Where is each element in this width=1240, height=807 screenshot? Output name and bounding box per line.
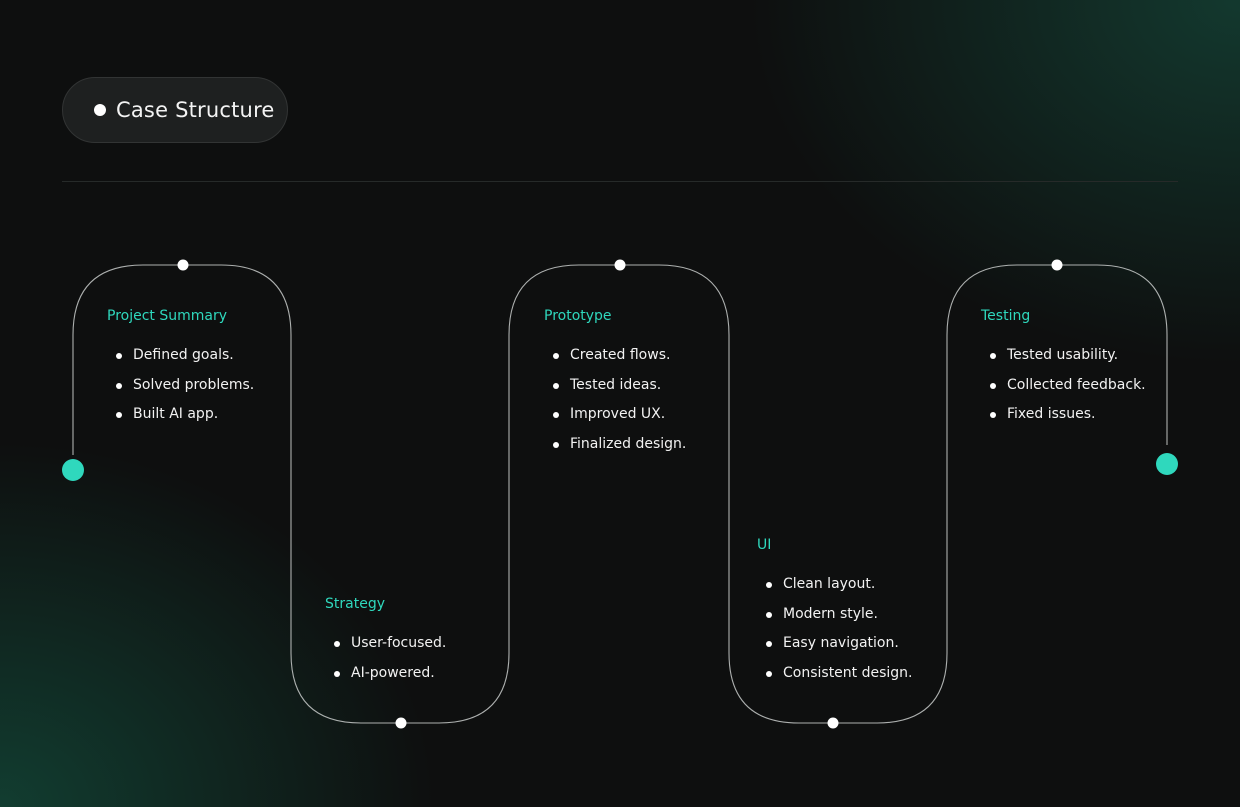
list-item: Finalized design.: [544, 430, 686, 460]
step-project-summary: Project Summary Defined goals. Solved pr…: [107, 306, 254, 430]
step-list: Defined goals. Solved problems. Built AI…: [107, 341, 254, 430]
step-title: Strategy: [325, 596, 385, 612]
list-item-text: Clean layout.: [783, 576, 876, 592]
step-list: Clean layout. Modern style. Easy navigat…: [757, 570, 913, 688]
list-item: Tested ideas.: [544, 371, 686, 401]
list-item: Modern style.: [757, 600, 913, 630]
bullet-icon: [990, 382, 996, 389]
timeline-node-ui: [827, 717, 839, 729]
step-title: Prototype: [544, 308, 612, 324]
list-item-text: Defined goals.: [133, 347, 234, 363]
bullet-icon: [116, 382, 122, 389]
step-testing: Testing Tested usability. Collected feed…: [981, 306, 1146, 430]
bullet-icon: [553, 441, 559, 448]
bullet-icon: [553, 353, 559, 359]
list-item-text: Finalized design.: [570, 435, 687, 452]
list-item: Defined goals.: [107, 341, 254, 371]
list-item-text: Collected feedback.: [1007, 376, 1146, 393]
step-list: Created flows. Tested ideas. Improved UX…: [544, 341, 686, 459]
step-list: Tested usability. Collected feedback. Fi…: [981, 341, 1146, 430]
bullet-icon: [766, 611, 772, 618]
timeline-node-strategy: [395, 717, 407, 729]
step-title: UI: [757, 537, 772, 553]
timeline-end-marker: [1156, 453, 1178, 475]
list-item: Clean layout.: [757, 570, 913, 600]
bullet-icon: [766, 641, 772, 647]
list-item-text: Improved UX.: [570, 406, 666, 422]
timeline-node-project-summary: [177, 259, 189, 271]
list-item-text: Built AI app.: [133, 406, 219, 422]
bullet-icon: [116, 412, 122, 418]
timeline-start-marker: [62, 459, 84, 481]
list-item-text: Solved problems.: [133, 376, 255, 393]
bullet-icon: [553, 382, 559, 389]
list-item-text: Created flows.: [570, 347, 671, 363]
list-item: User-focused.: [325, 629, 446, 659]
bullet-icon: [553, 412, 559, 418]
list-item-text: Tested usability.: [1007, 347, 1119, 363]
list-item: Improved UX.: [544, 400, 686, 430]
list-item: Consistent design.: [757, 659, 913, 689]
list-item: AI-powered.: [325, 659, 446, 689]
list-item-text: User-focused.: [351, 635, 447, 651]
list-item-text: Tested ideas.: [570, 376, 662, 393]
list-item: Solved problems.: [107, 371, 254, 401]
list-item-text: Modern style.: [783, 605, 878, 622]
list-item-text: Easy navigation.: [783, 635, 899, 651]
list-item: Built AI app.: [107, 400, 254, 430]
list-item-text: AI-powered.: [351, 664, 435, 681]
list-item-text: Fixed issues.: [1007, 406, 1096, 422]
timeline-node-prototype: [614, 259, 626, 271]
list-item: Easy navigation.: [757, 629, 913, 659]
timeline-node-testing: [1051, 259, 1063, 271]
bullet-icon: [116, 353, 122, 359]
bullet-icon: [990, 412, 996, 418]
step-prototype: Prototype Created flows. Tested ideas. I…: [544, 306, 686, 459]
list-item: Collected feedback.: [981, 371, 1146, 401]
step-ui: UI Clean layout. Modern style. Easy navi…: [757, 535, 913, 688]
bullet-icon: [990, 353, 996, 359]
list-item: Fixed issues.: [981, 400, 1146, 430]
list-item: Tested usability.: [981, 341, 1146, 371]
bullet-icon: [334, 670, 340, 677]
step-list: User-focused. AI-powered.: [325, 629, 446, 688]
step-title: Testing: [981, 308, 1031, 324]
bullet-icon: [766, 670, 772, 677]
bullet-icon: [334, 641, 340, 647]
bullet-icon: [766, 582, 772, 588]
step-strategy: Strategy User-focused. AI-powered.: [325, 594, 446, 688]
step-title: Project Summary: [107, 308, 228, 324]
list-item-text: Consistent design.: [783, 664, 913, 681]
list-item: Created flows.: [544, 341, 686, 371]
